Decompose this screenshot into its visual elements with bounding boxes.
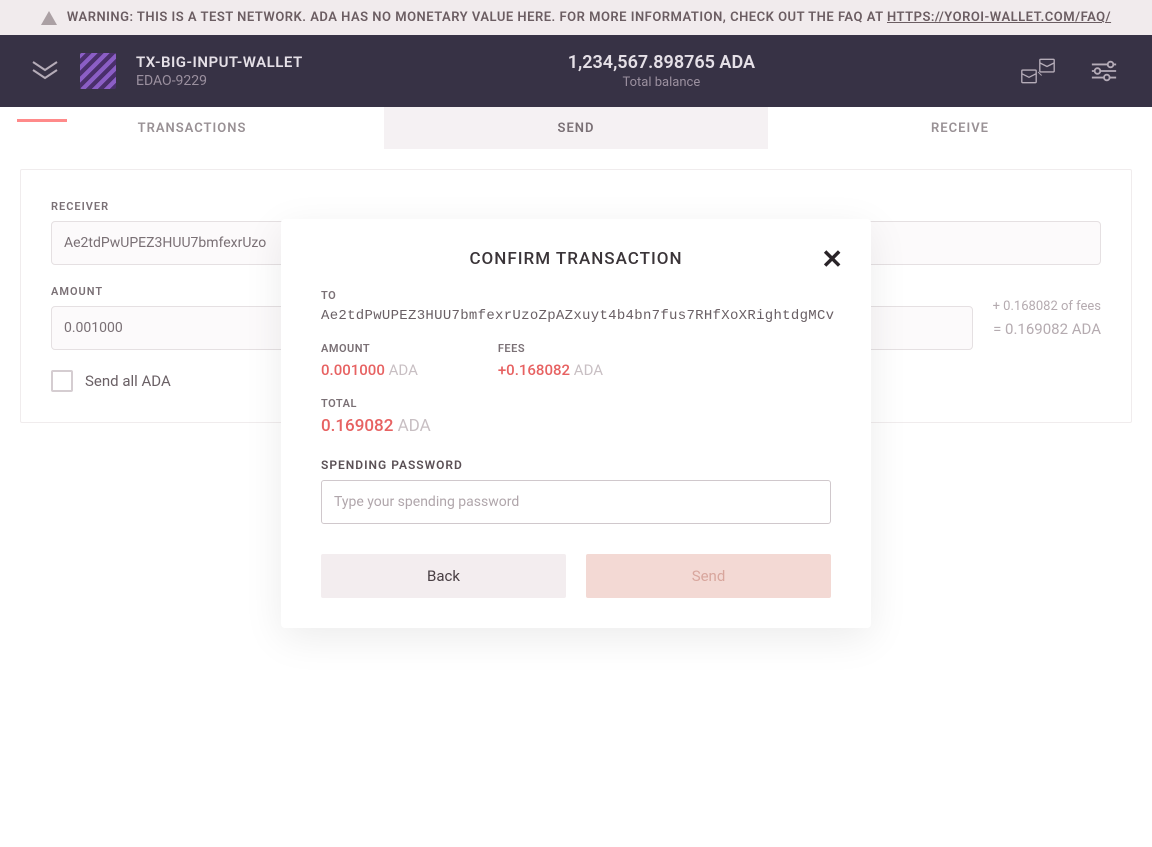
password-label: SPENDING PASSWORD <box>321 458 831 472</box>
balance-label: Total balance <box>323 75 1000 90</box>
modal-total-label: TOTAL <box>321 397 831 410</box>
spending-password-input[interactable] <box>321 480 831 524</box>
receiver-label: RECEIVER <box>51 200 1101 213</box>
modal-total-value: 0.169082 ADA <box>321 416 831 436</box>
warning-icon <box>41 11 57 25</box>
back-button[interactable]: Back <box>321 554 566 598</box>
tab-receive[interactable]: RECEIVE <box>768 107 1152 149</box>
warning-faq-link[interactable]: HTTPS://YOROI-WALLET.COM/FAQ/ <box>887 10 1111 25</box>
settings-icon[interactable] <box>1086 57 1122 85</box>
warning-text: WARNING: THIS IS A TEST NETWORK. ADA HAS… <box>67 10 1111 25</box>
warning-bar: WARNING: THIS IS A TEST NETWORK. ADA HAS… <box>0 0 1152 35</box>
modal-fees-label: FEES <box>498 342 603 355</box>
modal-title: CONFIRM TRANSACTION <box>311 249 841 269</box>
modal-amount-label: AMOUNT <box>321 342 418 355</box>
send-all-checkbox[interactable] <box>51 370 73 392</box>
balance-value: 1,234,567.898765 ADA <box>323 52 1000 73</box>
wallets-icon[interactable] <box>1020 57 1056 85</box>
close-icon[interactable]: ✕ <box>821 247 843 273</box>
confirm-transaction-modal: CONFIRM TRANSACTION ✕ TO Ae2tdPwUPEZ3HUU… <box>281 219 871 628</box>
tab-transactions[interactable]: TRANSACTIONS <box>0 107 384 149</box>
to-address: Ae2tdPwUPEZ3HUU7bmfexrUzoZpAZxuyt4b4bn7f… <box>321 308 831 324</box>
fees-text: + 0.168082 of fees <box>993 299 1101 314</box>
accent-line <box>17 119 67 122</box>
to-label: TO <box>321 289 831 302</box>
send-button[interactable]: Send <box>586 554 831 598</box>
tab-send[interactable]: SEND <box>384 107 768 149</box>
modal-amount-value: 0.001000 ADA <box>321 361 418 379</box>
wallet-avatar <box>80 53 116 89</box>
equals-text: = 0.169082 ADA <box>993 320 1101 338</box>
wallet-code: EDAO-9229 <box>136 73 303 89</box>
modal-fees-value: +0.168082 ADA <box>498 361 603 379</box>
send-all-label: Send all ADA <box>85 372 171 390</box>
wallet-info: TX-BIG-INPUT-WALLET EDAO-9229 <box>136 53 303 89</box>
header: TX-BIG-INPUT-WALLET EDAO-9229 1,234,567.… <box>0 35 1152 107</box>
logo-icon[interactable] <box>30 56 60 86</box>
wallet-name: TX-BIG-INPUT-WALLET <box>136 53 303 71</box>
tabs: TRANSACTIONS SEND RECEIVE <box>0 107 1152 149</box>
balance-info: 1,234,567.898765 ADA Total balance <box>323 52 1000 90</box>
